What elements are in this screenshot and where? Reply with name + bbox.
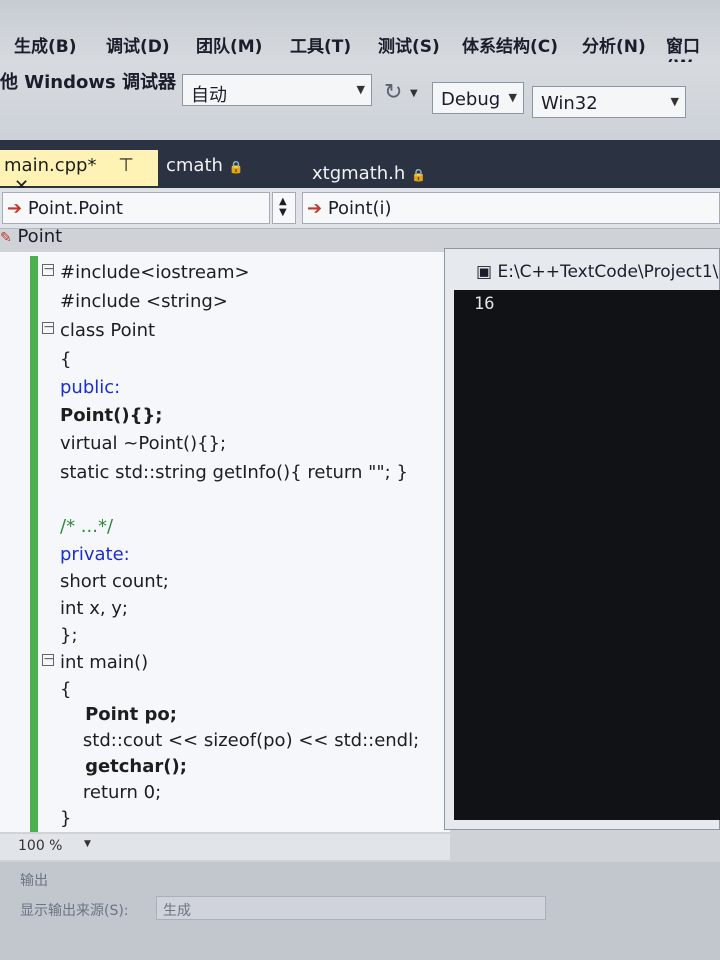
breadcrumb-label: Point (17, 226, 63, 247)
zoom-bar: 100 % ▼ (0, 834, 450, 860)
console-title-text: E:\C++TextCode\Project1\D (497, 262, 720, 282)
code-line: } (60, 808, 72, 829)
tab-label: main.cpp* (4, 155, 97, 176)
scope-combo[interactable]: ➔ Point.Point (2, 192, 270, 224)
console-output: 16 (474, 294, 495, 314)
code-line: int x, y; (60, 598, 129, 619)
tab-label: cmath (166, 155, 223, 176)
refresh-icon[interactable]: ↻ (384, 80, 402, 105)
code-line: { (60, 679, 72, 700)
chevron-down-icon: ▼ (356, 83, 365, 96)
split-stepper[interactable]: ▲ ▼ (272, 192, 296, 224)
code-line: Point(){}; (60, 405, 163, 426)
lock-icon: 🔒 (411, 168, 426, 182)
chevron-down-icon[interactable]: ▼ (410, 88, 418, 99)
fold-icon[interactable]: − (42, 652, 55, 666)
tab-cmath[interactable]: cmath 🔒 (166, 150, 244, 186)
menu-team[interactable]: 团队(M) (196, 32, 262, 57)
code-line: class Point (60, 320, 156, 341)
code-line: private: (60, 544, 130, 565)
console-title: ▣ E:\C++TextCode\Project1\D (476, 262, 720, 282)
chevron-down-icon: ▼ (670, 95, 679, 108)
code-line: { (60, 349, 72, 370)
arrow-icon: ➔ (7, 198, 23, 219)
menu-architecture[interactable]: 体系结构(C) (462, 32, 558, 57)
platform-combo[interactable]: Win32 ▼ (532, 86, 686, 118)
menu-test[interactable]: 测试(S) (378, 32, 440, 57)
console-body (454, 290, 720, 820)
build-mode-combo[interactable]: Debug ▼ (432, 82, 524, 114)
fold-icon[interactable]: − (42, 262, 55, 276)
build-mode-value: Debug (441, 89, 501, 110)
breadcrumb: ✎ Point (0, 226, 450, 252)
code-line: std::cout << sizeof(po) << std::endl; (60, 730, 420, 751)
tab-main-cpp[interactable]: main.cpp* ⊤ ✕ (0, 150, 158, 197)
code-line: virtual ~Point(){}; (60, 433, 227, 454)
output-title: 输出 (20, 873, 48, 889)
fold-icon[interactable]: − (42, 320, 55, 334)
member-value: Point(i) (327, 198, 392, 219)
code-line: public: (60, 377, 121, 398)
config-combo[interactable]: 自动 ▼ (182, 74, 372, 106)
scope-value: Point.Point (27, 198, 123, 219)
menu-build[interactable]: 生成(B) (14, 32, 77, 57)
member-combo[interactable]: ➔ Point(i) (302, 192, 720, 224)
output-source-combo[interactable]: 生成 (156, 896, 546, 920)
menu-analyze[interactable]: 分析(N) (582, 32, 646, 57)
code-line: }; (60, 625, 78, 646)
menu-debug[interactable]: 调试(D) (106, 32, 170, 57)
code-line: static std::string getInfo(){ return "";… (60, 462, 408, 483)
pin-icon[interactable]: ⊤ (118, 155, 134, 176)
code-line: /* ...*/ (60, 516, 114, 537)
config-value: 自动 (191, 85, 227, 106)
chevron-down-icon[interactable]: ▼ (84, 839, 91, 849)
code-line: return 0; (60, 782, 162, 803)
output-source-label: 显示输出来源(S): (20, 903, 129, 919)
code-line: #include<iostream> (60, 262, 250, 283)
zoom-combo[interactable]: 100 % (18, 838, 62, 854)
arrow-icon: ➔ (307, 198, 323, 219)
code-line: #include <string> (60, 291, 228, 312)
change-margin (30, 256, 38, 832)
chevron-down-icon: ▼ (508, 91, 517, 104)
tab-label: xtgmath.h (312, 163, 406, 184)
code-line: getchar(); (60, 756, 187, 777)
lock-icon: 🔒 (228, 160, 244, 174)
class-icon: ✎ (0, 230, 12, 246)
platform-value: Win32 (541, 93, 598, 114)
debugger-selector[interactable]: 他 Windows 调试器 ▾ (0, 68, 191, 94)
console-app-icon: ▣ (476, 262, 493, 282)
code-line: Point po; (60, 704, 177, 725)
code-line: short count; (60, 571, 169, 592)
code-line: int main() (60, 652, 149, 673)
output-source-value: 生成 (163, 903, 191, 919)
menu-tools[interactable]: 工具(T) (290, 32, 351, 57)
